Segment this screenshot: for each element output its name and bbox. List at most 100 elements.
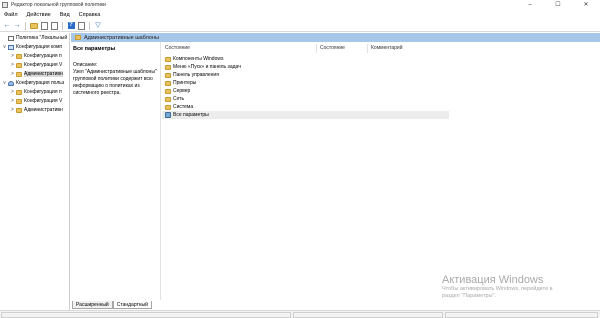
- list-item-label: Сеть: [173, 96, 185, 102]
- tab-extended[interactable]: Расширенный: [72, 301, 113, 309]
- column-header-comment[interactable]: Комментарий: [368, 44, 449, 53]
- status-cell: [293, 312, 443, 318]
- menu-action[interactable]: Действие: [27, 12, 51, 18]
- help-icon[interactable]: ?: [67, 22, 75, 30]
- description-text: Узел "Административные шаблоны" группово…: [73, 69, 157, 96]
- export-icon[interactable]: [50, 21, 58, 30]
- list-item-label: Панель управления: [173, 72, 219, 78]
- folder-icon: [16, 107, 22, 113]
- column-header-name[interactable]: Состояние: [162, 44, 317, 53]
- tree-node-computer-config[interactable]: v Конфигурация комп: [2, 43, 62, 51]
- folder-icon: [165, 72, 171, 78]
- tree-pane: Политика "Локальный v Конфигурация комп …: [0, 33, 70, 310]
- tree-node-root[interactable]: Политика "Локальный: [2, 34, 67, 42]
- tree-node-user-config[interactable]: v Конфигурация польз: [2, 79, 64, 87]
- chevron-right-icon[interactable]: >: [10, 71, 15, 77]
- title-bar: Редактор локальной групповой политики – …: [0, 0, 600, 10]
- tree-label: Конфигурация V: [24, 98, 63, 104]
- policy-document-icon: [8, 35, 14, 41]
- view-icon[interactable]: [77, 21, 85, 30]
- folder-icon: [165, 56, 171, 62]
- forward-icon[interactable]: →: [13, 22, 21, 30]
- tree-label: Конфигурация комп: [16, 44, 63, 50]
- tab-standard[interactable]: Стандартный: [112, 301, 152, 309]
- folder-icon: [165, 104, 171, 110]
- folder-icon[interactable]: [30, 22, 38, 30]
- list-rows: Компоненты Windows Меню «Пуск» и панель …: [162, 55, 462, 119]
- chevron-right-icon[interactable]: >: [10, 89, 15, 95]
- status-bar: [0, 310, 600, 318]
- toolbar-separator: [62, 21, 63, 30]
- column-header-state[interactable]: Состояние: [317, 44, 368, 53]
- list-item[interactable]: Сервер: [162, 87, 462, 95]
- toolbar-separator: [25, 21, 26, 30]
- list-item-label: Все параметры: [173, 112, 209, 118]
- settings-icon: [165, 112, 171, 118]
- toolbar-separator: [89, 21, 90, 30]
- list-item[interactable]: Компоненты Windows: [162, 55, 462, 63]
- tree-label: Конфигурация польз: [16, 80, 65, 86]
- filter-icon[interactable]: ▽: [94, 22, 102, 30]
- tree-label: Конфигурация п: [24, 53, 62, 59]
- tree-label: Административн: [24, 107, 63, 113]
- minimize-button[interactable]: –: [516, 0, 544, 10]
- view-tabs: Расширенный Стандартный: [72, 301, 152, 309]
- toolbar: ← → ? ▽: [0, 20, 600, 32]
- chevron-right-icon[interactable]: >: [10, 98, 15, 104]
- chevron-right-icon[interactable]: >: [10, 62, 15, 68]
- list-item-label: Принтеры: [173, 80, 197, 86]
- list-item-label: Меню «Пуск» и панель задач: [173, 64, 241, 70]
- list-item[interactable]: Система: [162, 103, 462, 111]
- tree-node-user-software-settings[interactable]: > Конфигурация п: [10, 88, 62, 96]
- list-item[interactable]: Панель управления: [162, 71, 462, 79]
- chevron-right-icon[interactable]: >: [10, 107, 15, 113]
- tree-label: Конфигурация п: [24, 89, 62, 95]
- tree-node-user-admin-templates[interactable]: > Административн: [10, 106, 63, 114]
- menu-file[interactable]: Файл: [4, 12, 18, 18]
- header-title: Административные шаблоны: [84, 34, 159, 41]
- app-icon: [2, 2, 8, 8]
- folder-icon: [165, 96, 171, 102]
- menu-help[interactable]: Справка: [79, 12, 101, 18]
- folder-icon: [165, 88, 171, 94]
- folder-icon: [16, 53, 22, 59]
- tree-label: Административн: [24, 71, 63, 77]
- chevron-right-icon[interactable]: >: [10, 53, 15, 59]
- status-cell: [445, 312, 598, 318]
- folder-icon: [75, 35, 81, 40]
- list-item[interactable]: Принтеры: [162, 79, 462, 87]
- list-item-label: Сервер: [173, 88, 191, 94]
- list-item[interactable]: Меню «Пуск» и панель задач: [162, 63, 462, 71]
- folder-icon: [16, 62, 22, 68]
- folder-icon: [16, 89, 22, 95]
- column-headers: Состояние Состояние Комментарий: [162, 44, 600, 53]
- status-cell: [1, 312, 291, 318]
- watermark-line2: раздел "Параметры".: [442, 293, 497, 299]
- list-item-all-settings[interactable]: Все параметры: [162, 111, 449, 119]
- maximize-button[interactable]: ☐: [544, 0, 572, 10]
- back-icon[interactable]: ←: [3, 22, 11, 30]
- tree-label: Политика "Локальный: [16, 35, 68, 41]
- window-title: Редактор локальной групповой политики: [11, 2, 106, 8]
- close-button[interactable]: ✕: [572, 0, 600, 10]
- tree-node-admin-templates[interactable]: > Административн: [10, 70, 63, 78]
- folder-icon: [16, 98, 22, 104]
- description-heading: Все параметры: [73, 46, 116, 52]
- folder-icon: [165, 64, 171, 70]
- settings-list: Состояние Состояние Комментарий Компонен…: [162, 42, 600, 300]
- list-item-label: Компоненты Windows: [173, 56, 224, 62]
- description-pane: Все параметры Описание: Узел "Администра…: [71, 42, 161, 300]
- tree-node-windows-settings[interactable]: > Конфигурация V: [10, 61, 62, 69]
- list-item[interactable]: Сеть: [162, 95, 462, 103]
- computer-icon: [8, 44, 14, 50]
- watermark-line1: Чтобы активировать Windows, перейдите в: [442, 286, 553, 292]
- properties-icon[interactable]: [40, 21, 48, 30]
- tree-node-user-windows-settings[interactable]: > Конфигурация V: [10, 97, 62, 105]
- chevron-down-icon[interactable]: v: [2, 44, 7, 50]
- activation-watermark: Активация Windows Чтобы активировать Win…: [442, 274, 553, 300]
- menu-view[interactable]: Вид: [60, 12, 70, 18]
- menu-bar: Файл Действие Вид Справка: [0, 10, 600, 20]
- chevron-down-icon[interactable]: v: [2, 80, 7, 86]
- tree-node-software-settings[interactable]: > Конфигурация п: [10, 52, 62, 60]
- list-item-label: Система: [173, 104, 194, 110]
